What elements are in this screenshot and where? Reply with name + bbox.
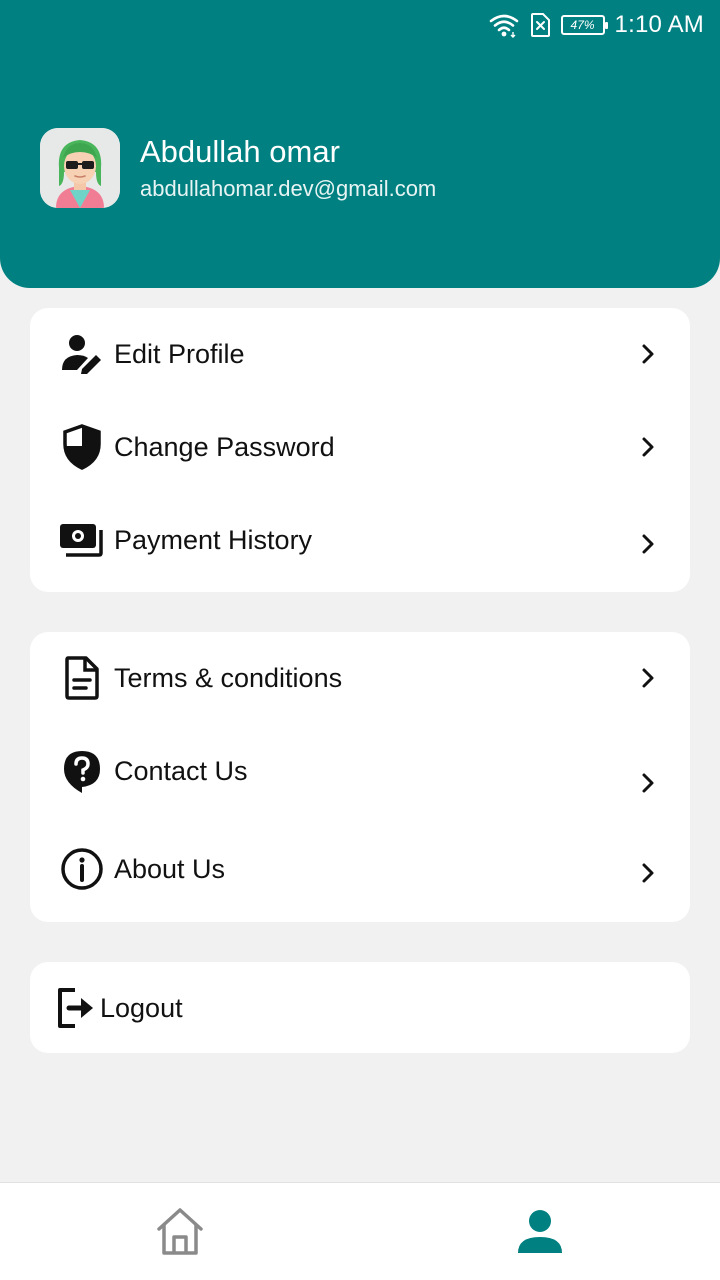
menu-item-label: About Us: [114, 853, 226, 884]
person-icon[interactable]: [516, 1209, 564, 1255]
chevron-right-icon: [642, 437, 654, 457]
status-bar: 47% 1:10 AM: [489, 8, 704, 42]
profile-name: Abdullah omar: [140, 134, 340, 169]
wifi-icon: [489, 14, 518, 38]
menu-item-label: Terms & conditions: [114, 662, 343, 693]
menu-item-about-us[interactable]: About Us: [30, 839, 690, 899]
home-icon[interactable]: [156, 1207, 204, 1257]
logout-button[interactable]: Logout: [30, 978, 690, 1038]
logout-icon: [52, 984, 100, 1032]
info-icon: [58, 845, 106, 893]
menu-item-terms[interactable]: Terms & conditions: [30, 648, 690, 708]
money-icon: [58, 516, 106, 564]
chevron-right-icon: [642, 668, 654, 688]
profile-email: abdullahomar.dev@gmail.com: [140, 176, 437, 201]
avatar[interactable]: [40, 128, 120, 208]
logout-label: Logout: [100, 992, 183, 1023]
menu-item-edit-profile[interactable]: Edit Profile: [30, 324, 690, 384]
menu-item-label: Edit Profile: [114, 338, 245, 369]
menu-item-label: Payment History: [114, 524, 313, 555]
menu-item-payment-history[interactable]: Payment History: [30, 510, 690, 570]
shield-icon: [58, 423, 106, 471]
chevron-right-icon: [642, 344, 654, 364]
account-settings-card: Edit Profile Change Password Payment His…: [30, 308, 690, 592]
document-icon: [58, 654, 106, 702]
menu-item-label: Contact Us: [114, 755, 248, 786]
chevron-right-icon: [642, 773, 654, 793]
help-icon: [58, 747, 106, 795]
bottom-navigation: [0, 1182, 720, 1280]
menu-item-change-password[interactable]: Change Password: [30, 417, 690, 477]
menu-item-contact-us[interactable]: Contact Us: [30, 741, 690, 801]
no-sim-icon: [530, 13, 550, 37]
profile-summary: Abdullah omar abdullahomar.dev@gmail.com: [40, 128, 436, 208]
battery-icon: 47%: [560, 15, 608, 35]
chevron-right-icon: [642, 534, 654, 554]
menu-item-label: Change Password: [114, 431, 335, 462]
info-card: Terms & conditions Contact Us About Us: [30, 632, 690, 922]
profile-header: 47% 1:10 AM Abdullah omar abdullahomar.d…: [0, 0, 720, 288]
logout-card: Logout: [30, 962, 690, 1053]
battery-level: 47%: [570, 18, 595, 32]
edit-user-icon: [58, 330, 106, 378]
clock: 1:10 AM: [614, 11, 704, 38]
chevron-right-icon: [642, 863, 654, 883]
